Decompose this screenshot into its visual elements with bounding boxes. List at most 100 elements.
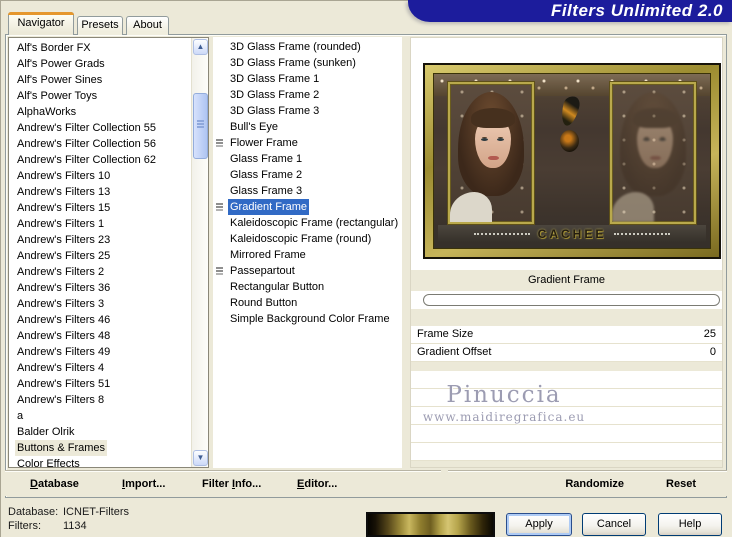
tab-navigator[interactable]: Navigator bbox=[8, 12, 74, 35]
category-item[interactable]: Andrew's Filters 23 bbox=[9, 232, 191, 248]
filter-item[interactable]: Mirrored Frame bbox=[213, 247, 402, 263]
filter-item[interactable]: Glass Frame 3 bbox=[213, 183, 402, 199]
category-item[interactable]: Andrew's Filters 4 bbox=[9, 360, 191, 376]
hanging-ball-figure bbox=[560, 130, 579, 152]
filter-item[interactable]: Simple Background Color Frame bbox=[213, 311, 402, 327]
filter-item[interactable]: 3D Glass Frame (rounded) bbox=[213, 39, 402, 55]
gradient-swatch bbox=[366, 512, 495, 537]
param-name: Gradient Offset bbox=[417, 346, 492, 358]
filter-item[interactable]: 3D Glass Frame 2 bbox=[213, 87, 402, 103]
tab-presets[interactable]: Presets bbox=[77, 16, 123, 35]
parameter-list: Frame Size 25 Gradient Offset 0 bbox=[411, 326, 722, 467]
category-item[interactable]: Andrew's Filter Collection 62 bbox=[9, 152, 191, 168]
selected-filter-title: Gradient Frame bbox=[411, 270, 722, 291]
category-item[interactable]: Alf's Border FX bbox=[9, 40, 191, 56]
param-empty-row bbox=[411, 443, 722, 461]
category-item[interactable]: Andrew's Filters 48 bbox=[9, 328, 191, 344]
param-empty-row bbox=[411, 407, 722, 425]
category-item[interactable]: Alf's Power Grads bbox=[9, 56, 191, 72]
category-item[interactable]: Andrew's Filters 13 bbox=[9, 184, 191, 200]
category-item[interactable]: a bbox=[9, 408, 191, 424]
category-item[interactable]: Andrew's Filter Collection 55 bbox=[9, 120, 191, 136]
separator-band bbox=[411, 309, 722, 326]
param-slider-row[interactable]: Gradient Offset 0 bbox=[411, 344, 722, 362]
filter-item[interactable]: Round Button bbox=[213, 295, 402, 311]
editor-button[interactable]: Editor... bbox=[297, 471, 337, 497]
database-button[interactable]: Database bbox=[30, 471, 79, 497]
category-item[interactable]: Andrew's Filters 36 bbox=[9, 280, 191, 296]
preset-grip-icon bbox=[216, 267, 223, 269]
category-listbox: Alf's Border FX Alf's Power Grads Alf's Po… bbox=[8, 37, 209, 468]
param-empty-row bbox=[411, 425, 722, 443]
randomize-button[interactable]: Randomize bbox=[565, 471, 624, 497]
filter-item[interactable]: 3D Glass Frame 3 bbox=[213, 103, 402, 119]
category-item[interactable]: Andrew's Filters 1 bbox=[9, 216, 191, 232]
apply-button[interactable]: Apply bbox=[506, 513, 572, 536]
status-database-label: Database: bbox=[8, 506, 59, 518]
filter-item[interactable]: Passepartout bbox=[213, 263, 402, 279]
category-item[interactable]: Andrew's Filters 25 bbox=[9, 248, 191, 264]
param-value: 0 bbox=[709, 346, 716, 358]
category-item[interactable]: Andrew's Filters 51 bbox=[9, 376, 191, 392]
category-item[interactable]: Alf's Power Sines bbox=[9, 72, 191, 88]
reset-button[interactable]: Reset bbox=[666, 471, 696, 497]
filter-info-button[interactable]: Filter Info... bbox=[202, 471, 261, 497]
filter-item[interactable]: Flower Frame bbox=[213, 135, 402, 151]
preview-image[interactable]: CACHEE bbox=[423, 63, 721, 259]
preview-panel: CACHEE Gradient Frame Frame Size 25 Gradie… bbox=[410, 37, 723, 468]
help-button[interactable]: Help bbox=[658, 513, 722, 536]
preview-caption-text: CACHEE bbox=[537, 226, 607, 241]
scrollbar-thumb[interactable] bbox=[193, 93, 208, 159]
hanging-bird-figure bbox=[558, 94, 582, 128]
filter-item[interactable]: Glass Frame 2 bbox=[213, 167, 402, 183]
filter-item[interactable]: Kaleidoscopic Frame (rectangular) bbox=[213, 215, 402, 231]
left-menu-strip: Database Import... Filter Info... Editor… bbox=[5, 470, 441, 496]
filter-item[interactable]: Rectangular Button bbox=[213, 279, 402, 295]
category-item[interactable]: Andrew's Filters 10 bbox=[9, 168, 191, 184]
category-scrollbar[interactable]: ▲ ▼ bbox=[191, 38, 208, 467]
tab-about[interactable]: About bbox=[126, 16, 169, 35]
category-item[interactable]: Andrew's Filters 8 bbox=[9, 392, 191, 408]
category-item[interactable]: Andrew's Filter Collection 56 bbox=[9, 136, 191, 152]
category-item[interactable]: Balder Olrik bbox=[9, 424, 191, 440]
preview-portrait-panel bbox=[448, 82, 534, 224]
app-title-banner: Filters Unlimited 2.0 bbox=[408, 0, 732, 22]
filter-item[interactable]: Gradient Frame bbox=[213, 199, 402, 215]
status-filters-label: Filters: bbox=[8, 520, 41, 532]
right-menu-strip: Randomize Reset bbox=[448, 470, 727, 496]
filter-list: 3D Glass Frame (rounded) 3D Glass Frame (… bbox=[213, 37, 402, 468]
preview-mirror-panel bbox=[610, 82, 696, 224]
import-button[interactable]: Import... bbox=[122, 471, 165, 497]
cancel-button[interactable]: Cancel bbox=[582, 513, 646, 536]
category-item[interactable]: AlphaWorks bbox=[9, 104, 191, 120]
category-item[interactable]: Color Effects bbox=[9, 456, 191, 467]
category-item[interactable]: Andrew's Filters 46 bbox=[9, 312, 191, 328]
preview-progress-bar bbox=[423, 294, 720, 306]
status-filters-value: 1134 bbox=[63, 520, 87, 532]
category-item[interactable]: Alf's Power Toys bbox=[9, 88, 191, 104]
category-item[interactable]: Andrew's Filters 15 bbox=[9, 200, 191, 216]
preset-grip-icon bbox=[216, 139, 223, 141]
filter-item[interactable]: 3D Glass Frame 1 bbox=[213, 71, 402, 87]
category-item[interactable]: Andrew's Filters 3 bbox=[9, 296, 191, 312]
preset-grip-icon bbox=[216, 203, 223, 205]
preview-caption-strip: CACHEE bbox=[438, 225, 706, 242]
status-database-value: ICNET-Filters bbox=[63, 506, 129, 518]
category-list: Alf's Border FX Alf's Power Grads Alf's Po… bbox=[9, 40, 191, 467]
filter-item[interactable]: Bull's Eye bbox=[213, 119, 402, 135]
param-empty-row bbox=[411, 389, 722, 407]
param-name: Frame Size bbox=[417, 328, 474, 340]
param-empty-row bbox=[411, 371, 722, 389]
param-slider-row[interactable]: Frame Size 25 bbox=[411, 326, 722, 344]
param-value: 25 bbox=[703, 328, 716, 340]
filter-item[interactable]: Glass Frame 1 bbox=[213, 151, 402, 167]
portrait-ghost bbox=[612, 84, 694, 222]
filter-item[interactable]: 3D Glass Frame (sunken) bbox=[213, 55, 402, 71]
filter-item[interactable]: Kaleidoscopic Frame (round) bbox=[213, 231, 402, 247]
category-item[interactable]: Andrew's Filters 2 bbox=[9, 264, 191, 280]
preview-artwork: CACHEE bbox=[433, 73, 711, 249]
scroll-down-icon[interactable]: ▼ bbox=[193, 450, 208, 466]
scroll-up-icon[interactable]: ▲ bbox=[193, 39, 208, 55]
category-item[interactable]: Andrew's Filters 49 bbox=[9, 344, 191, 360]
category-item[interactable]: Buttons & Frames bbox=[9, 440, 191, 456]
